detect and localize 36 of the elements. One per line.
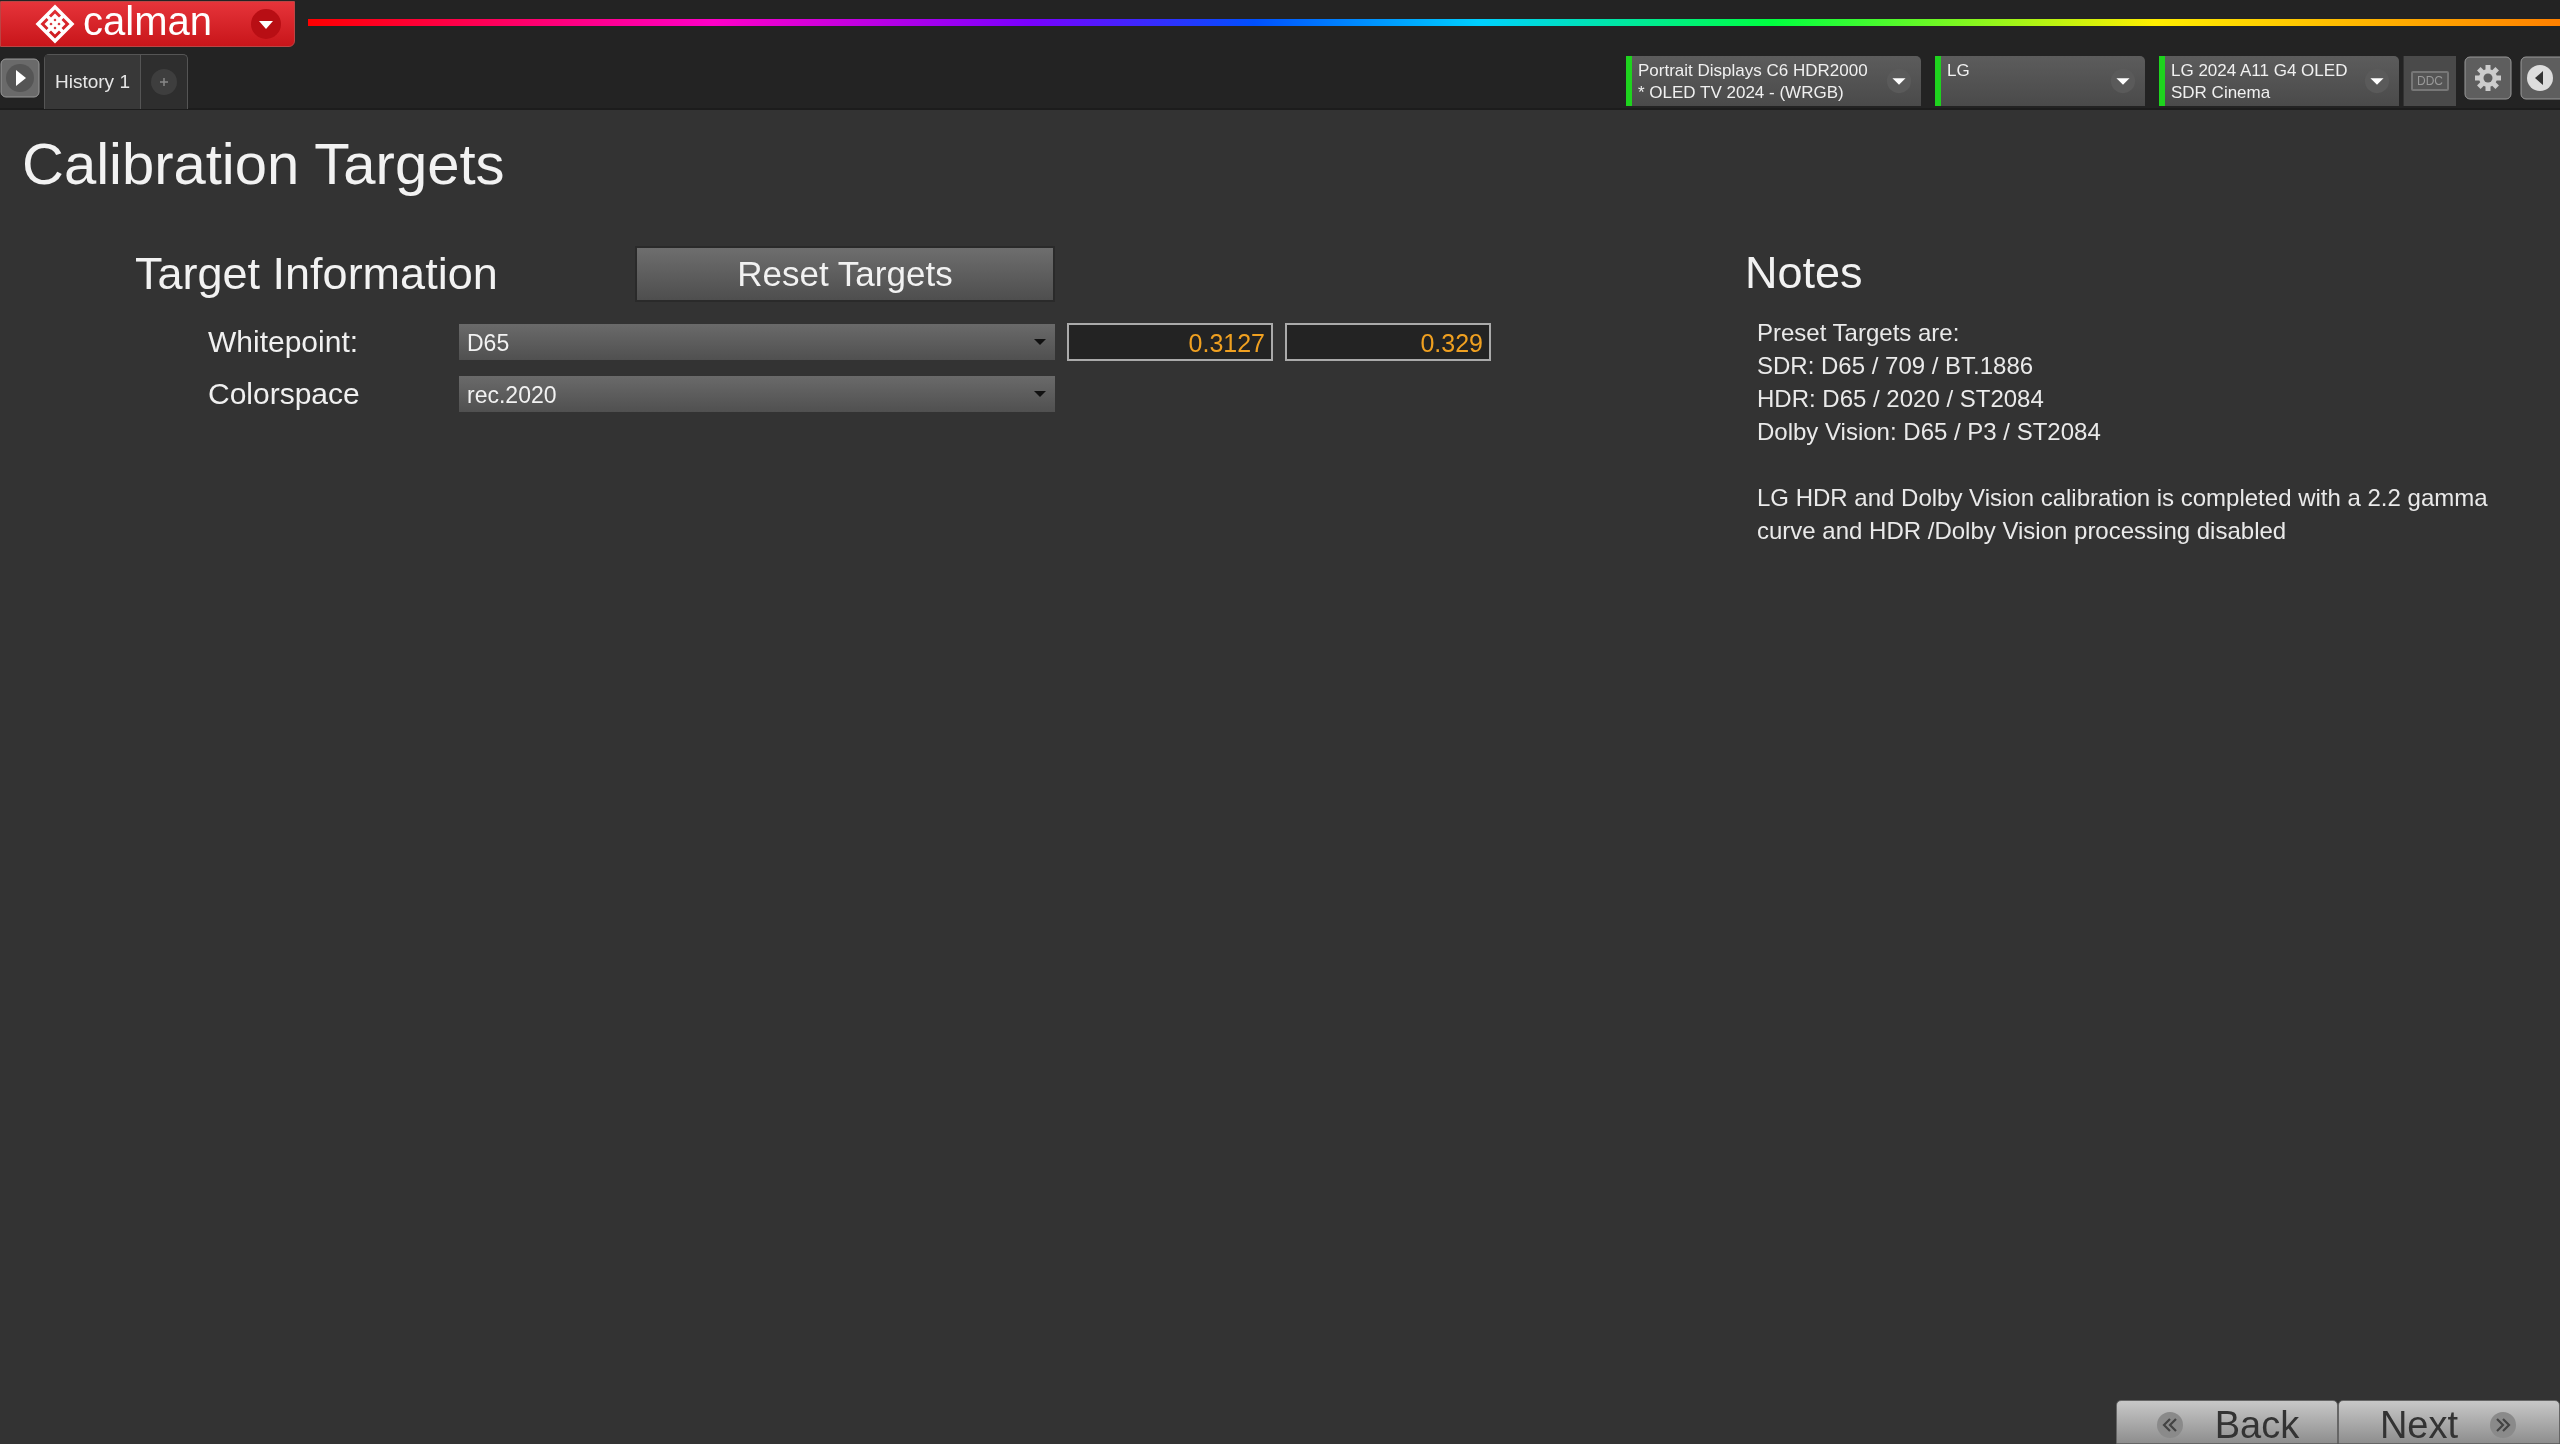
field-label: Whitepoint: xyxy=(207,324,360,359)
reset-targets-button[interactable]: Reset Targets xyxy=(635,245,1055,302)
device-selector[interactable]: LG xyxy=(1935,56,2145,106)
device-label: SDR Cinema xyxy=(2171,82,2272,104)
back-button[interactable]: Back xyxy=(2116,1400,2338,1444)
section-title: Target Information xyxy=(135,246,499,301)
diamond-logo-icon xyxy=(35,4,75,44)
coordinate-field[interactable]: 0.3127 xyxy=(1067,322,1273,361)
next-button[interactable]: Next xyxy=(2338,1400,2560,1444)
coordinate-field[interactable]: 0.329 xyxy=(1285,322,1491,361)
note-text: Preset Targets are: xyxy=(1757,317,1961,348)
play-icon[interactable] xyxy=(0,58,40,98)
settings-icon[interactable] xyxy=(2464,56,2512,100)
note-text: LG HDR and Dolby Vision calibration is completed with a 2.2 gamma curve and HDR /Dolby Vision processing disabled xyxy=(1757,482,2489,546)
caret-down-icon[interactable] xyxy=(250,8,282,40)
device-selector[interactable]: Portrait Displays C6 HDR2000 * OLED TV 2024 - (WRGB) xyxy=(1626,56,1921,106)
device-selector[interactable]: LG 2024 A11 G4 OLED SDR Cinema xyxy=(2159,56,2399,106)
page-title: Calibration Targets xyxy=(22,132,506,196)
device-label: * OLED TV 2024 - (WRGB) xyxy=(1638,82,1845,104)
double-chevron-right-icon xyxy=(2488,1410,2519,1440)
add-tab-icon[interactable] xyxy=(148,66,179,97)
note-text: HDR: D65 / 2020 / ST2084 xyxy=(1757,383,2045,414)
notes-title: Notes xyxy=(1745,245,1864,300)
collapse-left-icon[interactable] xyxy=(2520,56,2560,100)
field-label: Colorspace xyxy=(207,376,361,411)
dropdown[interactable]: D65 xyxy=(459,323,1055,360)
device-label: LG 2024 A11 G4 OLED xyxy=(2171,60,2349,82)
app-menu-button[interactable]: calman xyxy=(0,1,295,47)
app-logo-text: calman xyxy=(83,1,212,41)
device-label: Portrait Displays C6 HDR2000 xyxy=(1638,60,1869,82)
note-text: SDR: D65 / 709 / BT.1886 xyxy=(1757,350,2035,381)
history-tab[interactable]: History 1 xyxy=(45,54,141,109)
note-text: Dolby Vision: D65 / P3 / ST2084 xyxy=(1757,416,2102,447)
device-label: LG xyxy=(1947,60,1971,82)
dropdown[interactable]: rec.2020 xyxy=(459,375,1055,412)
double-chevron-left-icon xyxy=(2154,1410,2185,1440)
